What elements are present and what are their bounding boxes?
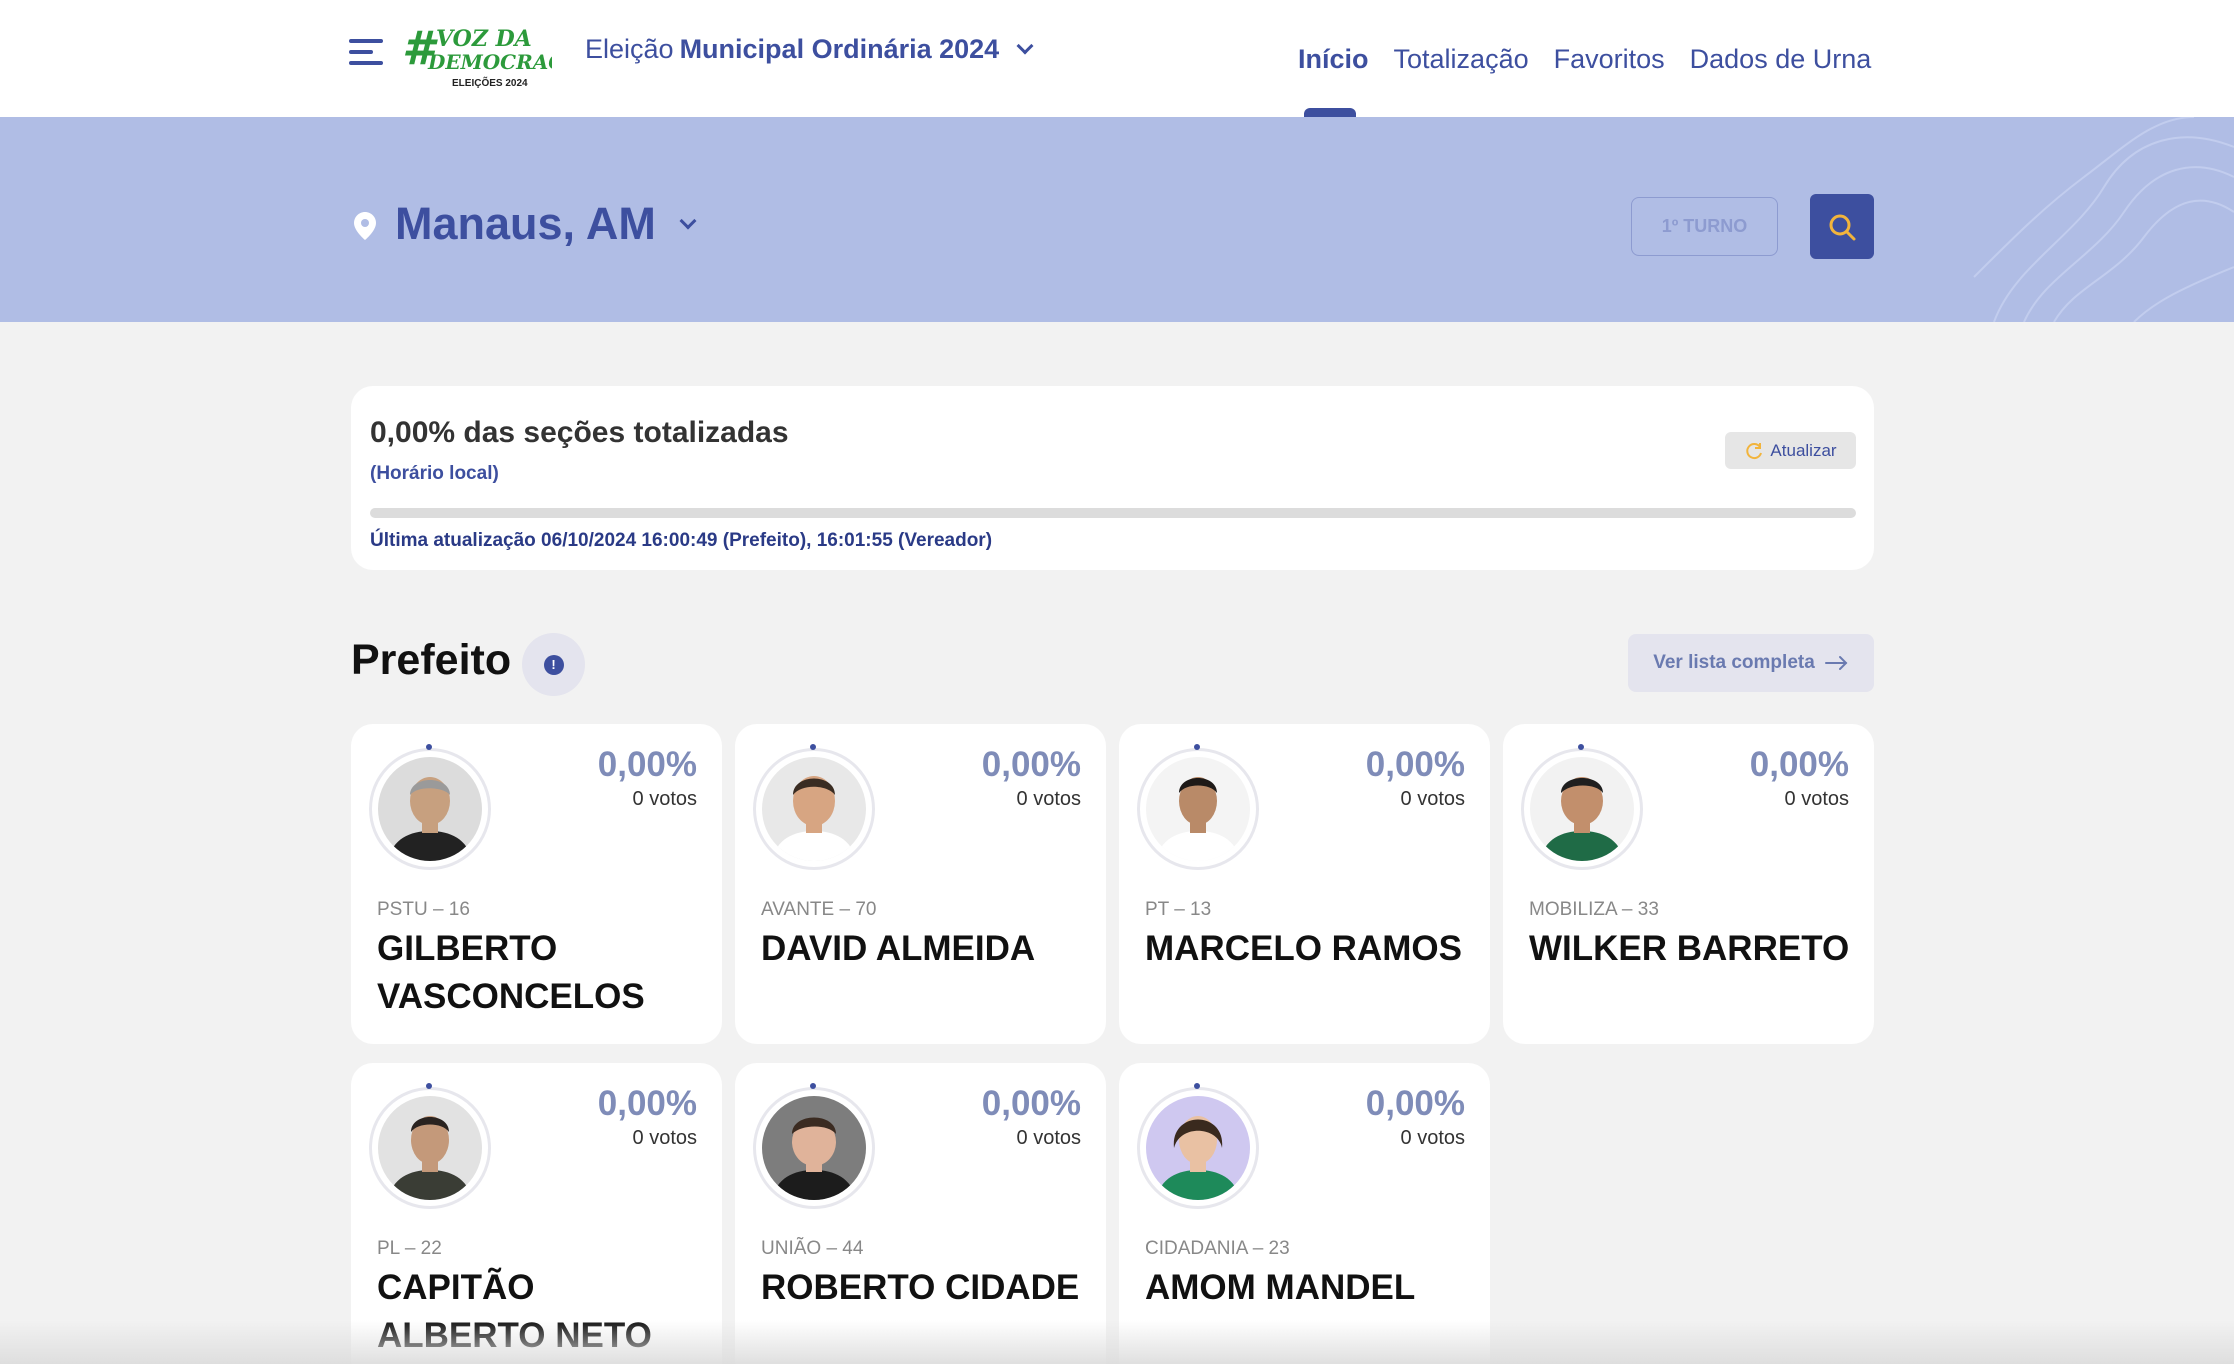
refresh-icon bbox=[1746, 442, 1763, 459]
party-number: CIDADANIA – 23 bbox=[1145, 1238, 1290, 1259]
avatar-ring bbox=[1137, 744, 1259, 870]
party-number: PL – 22 bbox=[377, 1238, 442, 1259]
candidate-name: AMOM MANDEL bbox=[1145, 1268, 1416, 1307]
vote-percentage: 0,00% bbox=[597, 1084, 697, 1123]
vote-count: 0 votos bbox=[1784, 788, 1849, 810]
location-banner: Manaus, AM 1º TURNO bbox=[0, 117, 2234, 322]
nav-favoritos[interactable]: Favoritos bbox=[1554, 44, 1665, 75]
candidate-card[interactable]: 0,00% 0 votos PL – 22 CAPITÃO ALBERTO NE… bbox=[351, 1063, 722, 1364]
menu-icon[interactable] bbox=[349, 37, 383, 67]
scroll-fade bbox=[0, 1320, 2234, 1364]
view-full-list-label: Ver lista completa bbox=[1653, 652, 1815, 673]
avatar bbox=[1530, 757, 1634, 861]
avatar bbox=[378, 1096, 482, 1200]
refresh-button[interactable]: Atualizar bbox=[1725, 432, 1856, 469]
vote-percentage: 0,00% bbox=[1365, 745, 1465, 784]
view-full-list-button[interactable]: Ver lista completa bbox=[1628, 634, 1874, 692]
avatar-ring bbox=[753, 744, 875, 870]
chevron-down-icon bbox=[679, 212, 697, 230]
svg-text:ELEIÇÕES 2024: ELEIÇÕES 2024 bbox=[452, 76, 528, 89]
refresh-label: Atualizar bbox=[1770, 440, 1837, 460]
candidate-name: DAVID ALMEIDA bbox=[761, 929, 1036, 968]
avatar bbox=[762, 1096, 866, 1200]
vote-percentage: 0,00% bbox=[1365, 1084, 1465, 1123]
logo[interactable]: # VOZ DA DEMOCRACIA ELEIÇÕES 2024 bbox=[402, 21, 589, 89]
totalization-progress-card: 0,00% das seções totalizadas (Horário lo… bbox=[351, 386, 1874, 570]
candidate-card[interactable]: 0,00% 0 votos PSTU – 16 GILBERTO VASCONC… bbox=[351, 724, 722, 1044]
main-nav: Início Totalização Favoritos Dados de Ur… bbox=[1298, 44, 1871, 75]
info-button[interactable]: ! bbox=[522, 633, 585, 696]
avatar bbox=[378, 757, 482, 861]
vote-percentage: 0,00% bbox=[1749, 745, 1849, 784]
svg-text:DEMOCRACIA: DEMOCRACIA bbox=[427, 50, 552, 74]
party-number: AVANTE – 70 bbox=[761, 899, 877, 920]
candidate-name: GILBERTO VASCONCELOS bbox=[377, 929, 645, 1016]
vote-count: 0 votos bbox=[632, 1127, 697, 1149]
location-pin-icon bbox=[354, 212, 376, 240]
candidate-grid: 0,00% 0 votos PSTU – 16 GILBERTO VASCONC… bbox=[351, 724, 1874, 1364]
election-selector[interactable]: Eleição Municipal Ordinária 2024 bbox=[585, 34, 1034, 65]
city-selector[interactable]: Manaus, AM bbox=[395, 198, 697, 250]
last-update-text: Última atualização 06/10/2024 16:00:49 (… bbox=[370, 530, 993, 551]
avatar bbox=[762, 757, 866, 861]
avatar-ring bbox=[369, 1083, 491, 1209]
vote-count: 0 votos bbox=[1400, 788, 1465, 810]
avatar-ring bbox=[1521, 744, 1643, 870]
info-icon: ! bbox=[543, 654, 564, 675]
vote-percentage: 0,00% bbox=[981, 1084, 1081, 1123]
party-number: MOBILIZA – 33 bbox=[1529, 899, 1659, 920]
candidate-card[interactable]: 0,00% 0 votos MOBILIZA – 33 WILKER BARRE… bbox=[1503, 724, 1874, 1044]
election-name: Municipal Ordinária 2024 bbox=[679, 34, 1000, 64]
vote-percentage: 0,00% bbox=[981, 745, 1081, 784]
avatar-ring bbox=[1137, 1083, 1259, 1209]
candidate-card[interactable]: 0,00% 0 votos CIDADANIA – 23 AMOM MANDEL bbox=[1119, 1063, 1490, 1364]
search-icon bbox=[1829, 214, 1856, 240]
avatar bbox=[1146, 757, 1250, 861]
city-name: Manaus, AM bbox=[395, 198, 656, 249]
vote-percentage: 0,00% bbox=[597, 745, 697, 784]
nav-totalizacao[interactable]: Totalização bbox=[1394, 44, 1529, 75]
party-number: PT – 13 bbox=[1145, 899, 1212, 920]
nav-inicio[interactable]: Início bbox=[1298, 44, 1369, 75]
vote-count: 0 votos bbox=[1400, 1127, 1465, 1149]
nav-dados-de-urna[interactable]: Dados de Urna bbox=[1690, 44, 1872, 75]
candidate-name: WILKER BARRETO bbox=[1529, 929, 1850, 968]
search-button[interactable] bbox=[1810, 194, 1874, 259]
avatar-ring bbox=[753, 1083, 875, 1209]
party-number: PSTU – 16 bbox=[377, 899, 470, 920]
progress-title: 0,00% das seções totalizadas bbox=[370, 416, 789, 449]
candidate-card[interactable]: 0,00% 0 votos UNIÃO – 44 ROBERTO CIDADE bbox=[735, 1063, 1106, 1364]
svg-text:VOZ DA: VOZ DA bbox=[436, 26, 532, 52]
top-navigation-bar: # VOZ DA DEMOCRACIA ELEIÇÕES 2024 Eleiçã… bbox=[0, 0, 2234, 117]
progress-subtitle: (Horário local) bbox=[370, 463, 499, 484]
turno-button[interactable]: 1º TURNO bbox=[1631, 197, 1778, 256]
candidate-name: MARCELO RAMOS bbox=[1145, 929, 1462, 968]
arrow-right-icon bbox=[1824, 656, 1848, 670]
progress-bar bbox=[370, 508, 1856, 518]
candidate-card[interactable]: 0,00% 0 votos AVANTE – 70 DAVID ALMEIDA bbox=[735, 724, 1106, 1044]
vote-count: 0 votos bbox=[1016, 788, 1081, 810]
section-title: Prefeito bbox=[351, 636, 512, 684]
logo-graphic: # VOZ DA DEMOCRACIA ELEIÇÕES 2024 bbox=[402, 21, 589, 89]
avatar bbox=[1146, 1096, 1250, 1200]
party-number: UNIÃO – 44 bbox=[761, 1238, 864, 1259]
election-prefix: Eleição bbox=[585, 34, 674, 64]
chevron-down-icon bbox=[1016, 37, 1034, 54]
avatar-ring bbox=[369, 744, 491, 870]
candidate-name: ROBERTO CIDADE bbox=[761, 1268, 1080, 1307]
candidate-card[interactable]: 0,00% 0 votos PT – 13 MARCELO RAMOS bbox=[1119, 724, 1490, 1044]
decorative-waves bbox=[1973, 117, 2234, 322]
vote-count: 0 votos bbox=[1016, 1127, 1081, 1149]
vote-count: 0 votos bbox=[632, 788, 697, 810]
active-tab-indicator bbox=[1304, 108, 1356, 117]
